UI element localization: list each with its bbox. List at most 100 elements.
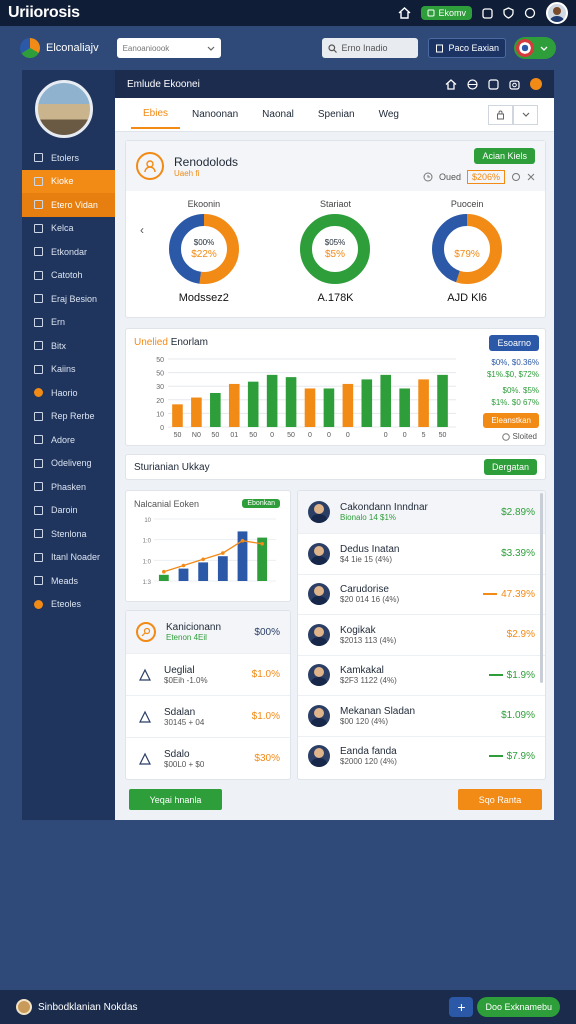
plus-icon[interactable]: + — [449, 997, 474, 1017]
refresh-icon[interactable] — [524, 7, 536, 19]
x-tick-label: 50 — [174, 432, 182, 439]
list-item-sub: $00 120 (4%) — [340, 716, 389, 726]
sidebar-item-17[interactable]: Itanl Noader — [22, 546, 115, 570]
tab-spenian[interactable]: Spenian — [306, 101, 367, 128]
sidebar-item-14[interactable]: Phasken — [22, 475, 115, 499]
list-item[interactable]: Dedus Inatan $4 1ie 15 (4%) $3.39% — [298, 533, 545, 574]
bottom-right-button[interactable]: Sqo Ranta — [458, 789, 542, 810]
shield-icon[interactable] — [503, 7, 514, 19]
action-button[interactable]: Paco Eaxian — [428, 38, 506, 58]
sidebar-item-13[interactable]: Odeliveng — [22, 452, 115, 476]
x-tick-label: 50 — [287, 432, 295, 439]
bottom-left-button[interactable]: Yeqai hnanla — [129, 789, 222, 810]
sidebar-item-12[interactable]: Adore — [22, 428, 115, 452]
sidebar-item-18[interactable]: Meads — [22, 569, 115, 593]
sidebar-item-9[interactable]: Kaiins — [22, 358, 115, 382]
bar-chart-button[interactable]: Esoarno — [489, 335, 539, 351]
list-item[interactable]: Eanda fanda $2000 120 (4%) $7.9% — [298, 735, 545, 777]
chevron-down-icon[interactable] — [513, 104, 538, 125]
list-item[interactable]: Kogikak $2013 113 (4%) $2.9% — [298, 614, 545, 655]
camera-icon[interactable] — [509, 79, 520, 90]
section-strip: Sturianian Ukkay Dergatan — [125, 454, 546, 480]
sidebar-item-icon — [34, 176, 43, 186]
sidebar-item-5[interactable]: Catotoh — [22, 264, 115, 288]
square-icon[interactable] — [482, 7, 493, 19]
list-item[interactable]: Sdalan 30145 + 04 $1.0% — [126, 695, 290, 737]
list-item-value: $1.9% — [506, 669, 535, 681]
sidebar-item-label: Phasken — [51, 481, 87, 492]
right-list-header[interactable]: Cakondann Inndnar Bionalo 14 $1% $2.89% — [298, 491, 545, 533]
list-item-sub: 30145 + 04 — [164, 717, 205, 727]
scrollbar[interactable] — [540, 493, 543, 683]
sidebar-item-icon — [34, 505, 43, 515]
tab-naonal[interactable]: Naonal — [250, 101, 306, 128]
left-list: Ueglial $0Eih -1.0% $1.0% Sdalan 30145 + 04 $… — [126, 653, 290, 779]
summary-oued: Oued — [438, 172, 461, 182]
donut-chart: $79% — [432, 214, 503, 284]
sidebar-item-0[interactable]: Etolers — [22, 146, 115, 170]
legend-line-1: $0%, $0.36% — [491, 358, 539, 367]
sidebar-item-15[interactable]: Daroin — [22, 499, 115, 523]
sidebar-item-16[interactable]: Stenlona — [22, 522, 115, 546]
bar-chart-tag[interactable]: Eleanstkan — [483, 413, 539, 428]
user-avatar[interactable] — [546, 2, 568, 24]
notification-icon[interactable] — [530, 78, 542, 90]
y-tick-label: 30 — [156, 384, 164, 391]
list-item-value-wrap: $3.39% — [501, 548, 535, 559]
app-title: Uriiorosis — [8, 4, 80, 21]
bar — [399, 388, 410, 427]
status-pill-label: Ekomv — [438, 8, 466, 18]
list-item[interactable]: Carudorise $20 014 16 (4%) 47.39% — [298, 573, 545, 615]
lock-icon[interactable] — [488, 104, 513, 125]
summary-tag-button[interactable]: Acian Kiels — [474, 148, 535, 164]
close-icon[interactable] — [527, 173, 535, 181]
donut-chart: $00% $22% — [168, 214, 239, 284]
app-bar: Elconaliajv Eanoanioook Erno Inadio Paco… — [0, 26, 576, 70]
bar-chart-link[interactable]: Sloited — [501, 432, 537, 441]
sidebar-item-3[interactable]: Kelca — [22, 217, 115, 241]
list-item[interactable]: Sdalo $00L0 + $0 $30% — [126, 737, 290, 779]
sidebar-item-11[interactable]: Rep Rerbe — [22, 405, 115, 429]
sidebar-item-2[interactable]: Etero Vidan — [22, 193, 115, 217]
sidebar-item-label: Meads — [51, 575, 79, 586]
sidebar-item-1[interactable]: Kioke — [22, 169, 115, 193]
tab-weg[interactable]: Weg — [367, 101, 411, 128]
bar — [198, 562, 209, 581]
tab-nanoonan[interactable]: Nanoonan — [180, 101, 250, 128]
sidebar-item-8[interactable]: Bitx — [22, 334, 115, 358]
sidebar-item-19[interactable]: Eteoles — [22, 593, 115, 617]
list-item[interactable]: Ueglial $0Eih -1.0% $1.0% — [126, 653, 290, 695]
home-icon[interactable] — [398, 7, 411, 19]
profile-photo[interactable] — [35, 80, 93, 138]
list-item[interactable]: Mekanan Sladan $00 120 (4%) $1.09% — [298, 695, 545, 736]
list-item-value-wrap: $7.9% — [488, 751, 535, 762]
home-icon[interactable] — [445, 78, 457, 90]
list-item[interactable]: Kamkakal $2F3 1122 (4%) $1.9% — [298, 654, 545, 696]
footer-action-button[interactable]: Doo Exknamebu — [477, 997, 560, 1017]
bar — [191, 397, 202, 427]
language-toggle[interactable] — [514, 37, 556, 59]
sidebar-item-4[interactable]: Etkondar — [22, 240, 115, 264]
tab-ebies[interactable]: Ebies — [131, 100, 181, 129]
grid-icon[interactable] — [488, 78, 499, 90]
bar — [247, 381, 259, 427]
donut-footer: Modssez2 — [178, 292, 229, 304]
left-list-header[interactable]: Kanicionann Etenon 4Eil $00% — [126, 611, 290, 653]
bar — [285, 377, 297, 427]
globe-icon[interactable] — [467, 78, 478, 90]
trend-point — [221, 551, 225, 555]
status-pill[interactable]: Ekomv — [421, 6, 472, 20]
small-chart-tag[interactable]: Ebonkan — [242, 499, 280, 508]
chevron-left-icon[interactable]: ‹ — [140, 223, 144, 237]
section-strip-button[interactable]: Dergatan — [483, 459, 537, 475]
footer-bar: Sinbodklanian Nokdas + Doo Exknamebu — [0, 990, 576, 1024]
action-button-label: Paco Eaxian — [448, 43, 499, 53]
settings-icon[interactable] — [511, 172, 521, 182]
sidebar-item-7[interactable]: Ern — [22, 311, 115, 335]
sidebar-item-icon — [34, 411, 43, 421]
sidebar-item-10[interactable]: Haorio — [22, 381, 115, 405]
workspace-select[interactable]: Eanoanioook — [116, 38, 221, 58]
search-input[interactable]: Erno Inadio — [322, 38, 419, 58]
sidebar-item-label: Rep Rerbe — [51, 411, 95, 422]
sidebar-item-6[interactable]: Eraj Besion — [22, 287, 115, 311]
